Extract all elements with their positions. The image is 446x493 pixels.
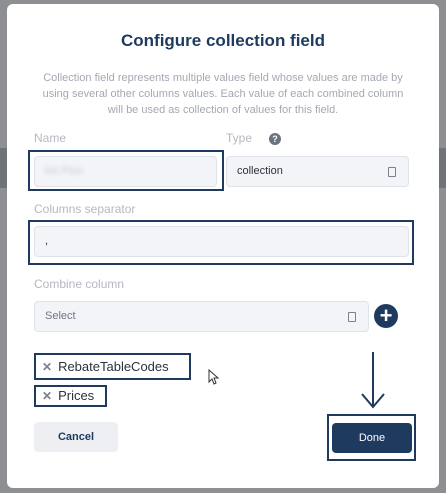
cancel-button[interactable]: Cancel bbox=[34, 422, 118, 452]
name-input[interactable]: list Plus bbox=[34, 156, 217, 187]
dialog-description: Collection field represents multiple val… bbox=[42, 72, 404, 116]
done-button[interactable]: Done bbox=[332, 423, 412, 453]
select-caret-icon bbox=[388, 167, 396, 177]
arrow-down-icon bbox=[361, 352, 385, 409]
select-caret-icon bbox=[348, 312, 356, 322]
column-chip: ✕ Prices bbox=[42, 387, 94, 405]
column-chip: ✕ RebateTableCodes bbox=[42, 358, 169, 376]
column-chip-label: RebateTableCodes bbox=[58, 359, 169, 374]
combine-column-select[interactable]: Select bbox=[34, 301, 369, 332]
type-label: Type bbox=[226, 131, 253, 145]
backdrop-left-strip bbox=[0, 148, 7, 188]
question-circle-icon[interactable]: ? bbox=[269, 133, 281, 145]
combine-column-placeholder: Select bbox=[45, 310, 76, 322]
separator-input[interactable]: , bbox=[34, 226, 409, 257]
column-chip-label: Prices bbox=[58, 388, 95, 403]
combine-column-label: Combine column bbox=[34, 277, 125, 291]
type-select[interactable]: collection bbox=[226, 156, 409, 187]
plus-circle-icon[interactable]: + bbox=[374, 304, 398, 328]
mouse-cursor-icon bbox=[208, 369, 220, 385]
configure-collection-field-dialog: Configure collection field Collection fi… bbox=[7, 4, 439, 488]
type-select-value: collection bbox=[237, 165, 283, 177]
close-icon[interactable]: ✕ bbox=[42, 389, 52, 403]
dialog-title: Configure collection field bbox=[120, 31, 325, 50]
name-input-value: list Plus bbox=[45, 165, 83, 177]
close-icon[interactable]: ✕ bbox=[42, 360, 52, 374]
name-label: Name bbox=[34, 131, 67, 145]
separator-input-value: , bbox=[45, 235, 49, 247]
separator-label: Columns separator bbox=[34, 202, 136, 216]
backdrop-right-strip bbox=[439, 148, 446, 188]
